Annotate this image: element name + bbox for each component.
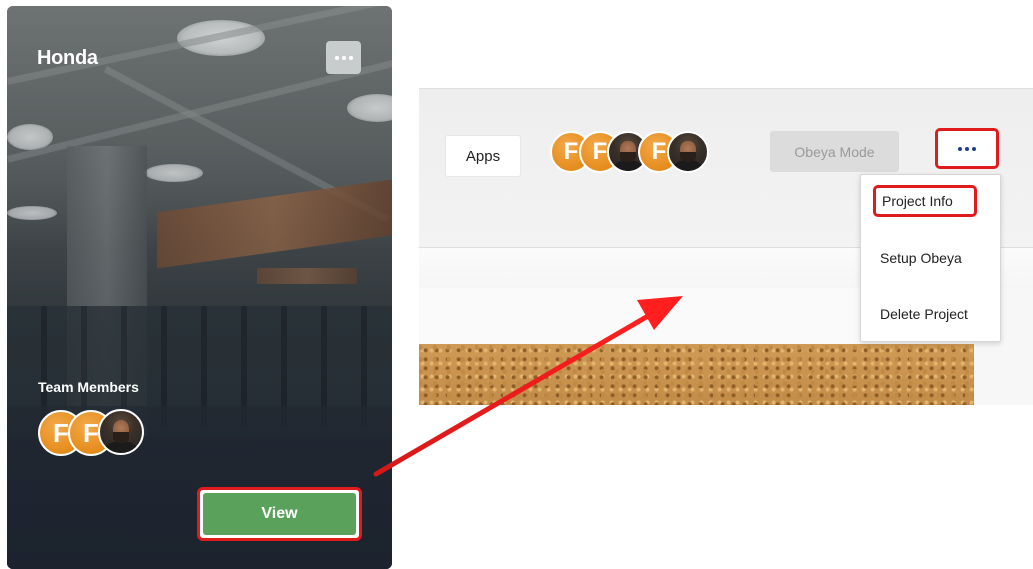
avatar-letter: F <box>53 417 69 448</box>
corkboard <box>419 344 974 405</box>
project-title: Honda <box>37 47 98 69</box>
team-members-label: Team Members <box>38 379 139 395</box>
card-more-button[interactable] <box>326 41 361 74</box>
menu-item-delete-project[interactable]: Delete Project <box>861 294 1000 334</box>
avatar-photo[interactable] <box>667 131 709 173</box>
ellipsis-dot <box>972 146 976 151</box>
project-card: Honda Team Members F F View <box>7 6 392 569</box>
view-button[interactable]: View <box>197 487 362 541</box>
card-overlay <box>7 6 392 569</box>
avatar-letter: F <box>83 417 99 448</box>
avatar-photo[interactable] <box>98 409 144 455</box>
ellipsis-dot <box>965 146 969 151</box>
avatar-beard <box>112 432 130 443</box>
ellipsis-dot <box>348 55 353 60</box>
ellipsis-dot <box>341 55 346 60</box>
ellipsis-icon <box>334 55 339 60</box>
menu-item-project-info[interactable]: Project Info <box>873 185 977 217</box>
avatar-body <box>105 441 137 453</box>
options-dropdown-menu: Project Info Setup Obeya Delete Project <box>860 174 1001 342</box>
more-options-button[interactable] <box>935 128 999 169</box>
avatar-letter: F <box>563 138 579 165</box>
project-header-panel: Apps F F F Obeya Mode Project Info Setup… <box>419 88 1033 405</box>
screenshot-stage: Honda Team Members F F View Apps F F F O… <box>0 0 1033 569</box>
avatar-letter: F <box>651 138 667 165</box>
apps-button[interactable]: Apps <box>445 135 521 177</box>
view-button-label: View <box>203 493 356 535</box>
avatar-beard <box>680 152 696 162</box>
avatar-beard <box>620 152 636 162</box>
avatar-letter: F <box>592 138 608 165</box>
obeya-mode-button[interactable]: Obeya Mode <box>770 131 899 172</box>
ellipsis-icon <box>958 146 962 151</box>
menu-item-setup-obeya[interactable]: Setup Obeya <box>861 238 1000 278</box>
